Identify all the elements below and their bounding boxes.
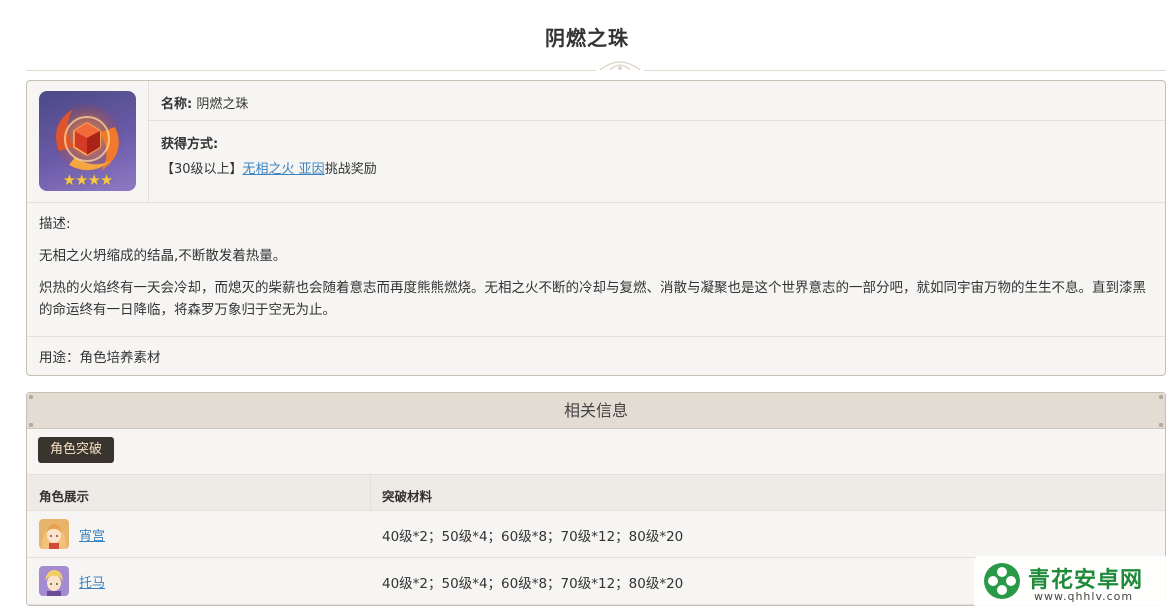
item-card: ★★★★ 名称: 阴燃之珠 获得方式: 【30级以上】无相之火 亚因挑战奖励 描… [26, 80, 1166, 376]
desc-text-2: 炽热的火焰终有一天会冷却，而熄灭的柴薪也会随着意志而再度熊熊燃烧。无相之火不断的… [39, 280, 1146, 318]
item-icon-cell: ★★★★ [27, 81, 149, 203]
watermark-url: www.qhhlv.com [1034, 590, 1134, 603]
column-header-materials: 突破材料 [382, 489, 433, 504]
item-name-label: 名称: [161, 97, 193, 112]
corner-ornament-icon [1159, 395, 1163, 399]
site-watermark: 青花安卓网 www.qhhlv.com [974, 556, 1170, 610]
table-header: 角色展示 突破材料 [27, 475, 1165, 511]
boss-link[interactable]: 无相之火 亚因 [243, 162, 325, 177]
yoimiya-avatar-icon [39, 519, 69, 549]
item-name-row: 名称: 阴燃之珠 [149, 81, 1165, 121]
obtain-label: 获得方式: [161, 137, 219, 152]
corner-ornament-icon [1159, 423, 1163, 427]
related-tabs: 角色突破 [27, 429, 1165, 475]
ascension-materials: 40级*2；50级*4；60级*8；70级*12；80级*20 [382, 576, 684, 592]
item-use: 用途：角色培养素材 [39, 350, 161, 366]
desc-label: 描述: [39, 216, 71, 232]
character-avatar[interactable] [39, 566, 69, 596]
item-icon: ★★★★ [39, 91, 136, 191]
ascension-materials: 40级*2；50级*4；60级*8；70级*12；80级*20 [382, 529, 684, 545]
table-row: 宵宫 40级*2；50级*4；60级*8；70级*12；80级*20 [27, 511, 1165, 558]
character-link-yoimiya[interactable]: 宵宫 [79, 525, 105, 544]
thoma-avatar-icon [39, 566, 69, 596]
obtain-suffix: 挑战奖励 [324, 162, 377, 177]
rarity-stars-icon: ★★★★ [62, 171, 114, 189]
divider-ornament-icon [596, 61, 644, 74]
desc-text-1: 无相之火坍缩成的结晶,不断散发着热量。 [39, 248, 287, 264]
item-obtain-row: 获得方式: 【30级以上】无相之火 亚因挑战奖励 [149, 121, 1165, 203]
item-description: 描述: 无相之火坍缩成的结晶,不断散发着热量。 炽热的火焰终有一天会冷却，而熄灭… [27, 203, 1165, 337]
obtain-method: 【30级以上】无相之火 亚因挑战奖励 [161, 158, 1153, 177]
related-info-header: 相关信息 [27, 393, 1165, 429]
title-divider [26, 58, 1166, 74]
item-name-value: 阴燃之珠 [196, 97, 249, 112]
watermark-logo-icon [984, 563, 1020, 599]
obtain-prefix: 【30级以上】 [161, 162, 243, 177]
tab-character-ascension[interactable]: 角色突破 [38, 437, 115, 463]
character-link-thoma[interactable]: 托马 [79, 572, 105, 591]
item-summary: ★★★★ 名称: 阴燃之珠 获得方式: 【30级以上】无相之火 亚因挑战奖励 [27, 81, 1165, 203]
character-avatar[interactable] [39, 519, 69, 549]
corner-ornament-icon [29, 423, 33, 427]
page-title: 阴燃之珠 [545, 26, 629, 50]
corner-ornament-icon [29, 395, 33, 399]
column-header-character: 角色展示 [39, 489, 90, 504]
